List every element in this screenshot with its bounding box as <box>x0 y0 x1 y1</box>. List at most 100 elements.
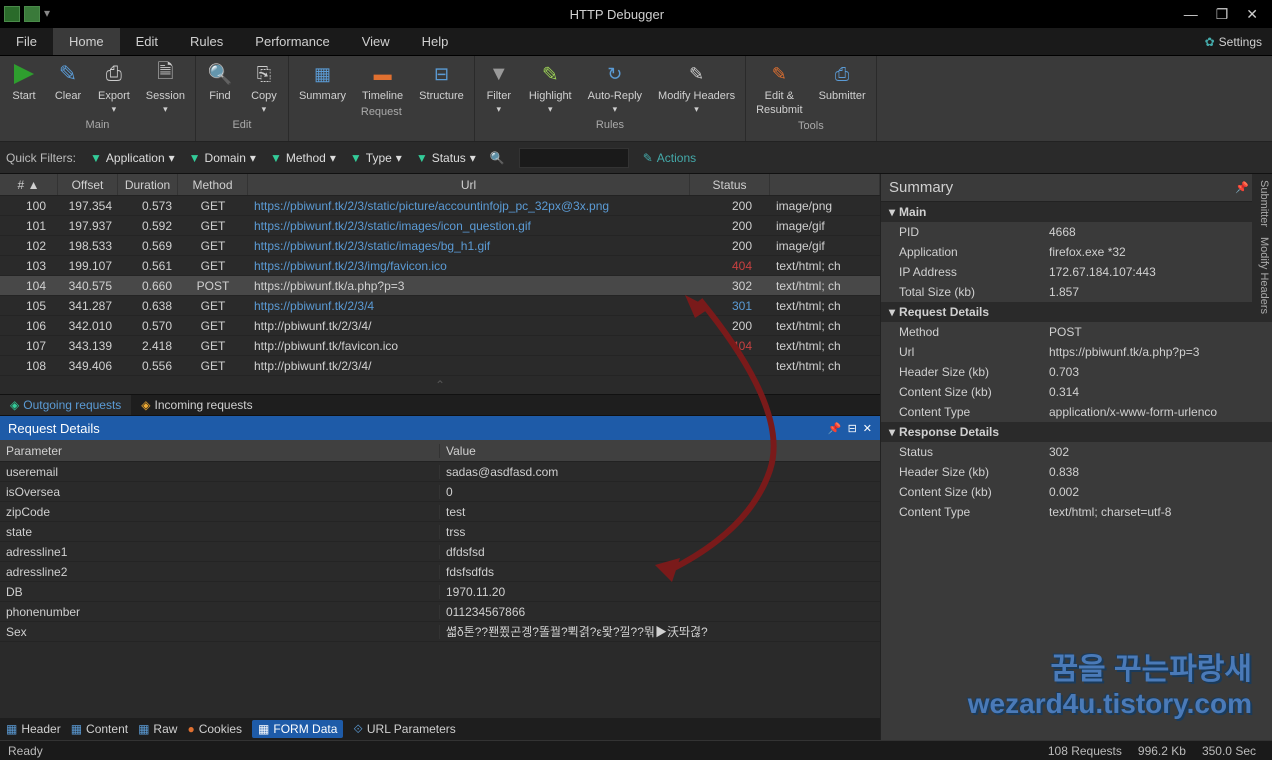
status-ready: Ready <box>8 744 43 758</box>
table-row[interactable]: 105341.2870.638GEThttps://pbiwunf.tk/2/3… <box>0 296 880 316</box>
filter-application[interactable]: ▼Application▾ <box>90 151 175 165</box>
submitter-button[interactable]: ⎙Submitter <box>815 58 870 118</box>
filter-type-label: Type <box>366 151 392 165</box>
col-type[interactable] <box>770 174 880 195</box>
col-url[interactable]: Url <box>248 174 690 195</box>
edit-icon: ✎ <box>643 151 653 165</box>
minimize-button[interactable]: — <box>1184 6 1198 23</box>
table-row[interactable]: 104340.5750.660POSThttps://pbiwunf.tk/a.… <box>0 276 880 296</box>
summary-icon: ▦ <box>308 60 336 88</box>
menu-performance[interactable]: Performance <box>239 28 345 55</box>
table-row[interactable]: 100197.3540.573GEThttps://pbiwunf.tk/2/3… <box>0 196 880 216</box>
col-offset[interactable]: Offset <box>58 174 118 195</box>
menu-help[interactable]: Help <box>406 28 465 55</box>
settings-button[interactable]: ✿ Settings <box>1195 28 1272 55</box>
detail-row[interactable]: zipCodetest <box>0 502 880 522</box>
actions-button[interactable]: ✎Actions <box>643 151 696 165</box>
tab-cookies[interactable]: ●Cookies <box>187 722 242 736</box>
menu-edit[interactable]: Edit <box>120 28 174 55</box>
col-status[interactable]: Status <box>690 174 770 195</box>
modifyheaders-icon: ✎ <box>683 60 711 88</box>
session-button[interactable]: 🗎Session▾ <box>142 58 189 117</box>
pin-icon[interactable]: 📌 <box>828 422 842 435</box>
table-row[interactable]: 108349.4060.556GEThttp://pbiwunf.tk/2/3/… <box>0 356 880 376</box>
highlight-button[interactable]: ✎Highlight▾ <box>525 58 576 117</box>
sidetab-modifyheaders[interactable]: Modify Headers <box>1254 237 1270 314</box>
detail-row[interactable]: useremailsadas@asdfasd.com <box>0 462 880 482</box>
table-row[interactable]: 103199.1070.561GEThttps://pbiwunf.tk/2/3… <box>0 256 880 276</box>
col-parameter[interactable]: Parameter <box>0 444 440 458</box>
search-input[interactable] <box>519 148 629 168</box>
request-details-header: Request Details 📌 ⊟ ✕ <box>0 416 880 440</box>
detail-row[interactable]: statetrss <box>0 522 880 542</box>
table-row[interactable]: 107343.1392.418GEThttp://pbiwunf.tk/favi… <box>0 336 880 356</box>
tab-outgoing[interactable]: ◈Outgoing requests <box>0 395 131 415</box>
table-row[interactable]: 106342.0100.570GEThttp://pbiwunf.tk/2/3/… <box>0 316 880 336</box>
table-row[interactable]: 102198.5330.569GEThttps://pbiwunf.tk/2/3… <box>0 236 880 256</box>
clear-label: Clear <box>55 90 81 102</box>
summary-row-resp: Content Size (kb)0.002 <box>881 482 1272 502</box>
export-label: Export <box>98 90 130 102</box>
highlight-icon: ✎ <box>536 60 564 88</box>
detail-row[interactable]: DB1970.11.20 <box>0 582 880 602</box>
timeline-button[interactable]: ▬Timeline <box>358 58 407 104</box>
tab-incoming[interactable]: ◈Incoming requests <box>131 395 262 415</box>
editresubmit-button[interactable]: ✎Edit &Resubmit <box>752 58 806 118</box>
menu-home[interactable]: Home <box>53 28 120 55</box>
autoreply-button[interactable]: ↻Auto-Reply▾ <box>584 58 646 117</box>
clear-button[interactable]: ✎Clear <box>50 58 86 117</box>
export-button[interactable]: ⎙Export▾ <box>94 58 134 117</box>
detail-row[interactable]: adressline2fdsfsdfds <box>0 562 880 582</box>
side-tabs: Submitter Modify Headers <box>1252 174 1272 320</box>
menu-rules[interactable]: Rules <box>174 28 239 55</box>
section-request[interactable]: ▾Request Details <box>881 302 1272 322</box>
col-num[interactable]: # ▲ <box>0 174 58 195</box>
request-grid[interactable]: 100197.3540.573GEThttps://pbiwunf.tk/2/3… <box>0 196 880 376</box>
close-button[interactable]: ✕ <box>1246 6 1258 23</box>
panel-close-icon[interactable]: ✕ <box>863 422 872 435</box>
filter-button[interactable]: ▼Filter▾ <box>481 58 517 117</box>
filter-type[interactable]: ▼Type▾ <box>350 151 402 165</box>
summary-button[interactable]: ▦Summary <box>295 58 350 104</box>
pin-icon[interactable]: 📌 <box>1235 181 1249 194</box>
filter-domain[interactable]: ▼Domain▾ <box>189 151 256 165</box>
search-icon[interactable]: 🔍 <box>490 151 505 165</box>
detail-row[interactable]: Sex쎫δ톤??퐨쬤곤곙?똘꿜?쀡겱?ε뫛?낄??뭒▶沃똬겮? <box>0 622 880 642</box>
detail-row[interactable]: isOversea0 <box>0 482 880 502</box>
header-icon: ▦ <box>6 722 17 736</box>
tab-header[interactable]: ▦Header <box>6 722 61 736</box>
tab-raw[interactable]: ▦Raw <box>138 722 177 736</box>
scroll-indicator[interactable]: ⌃ <box>0 376 880 394</box>
maximize-button[interactable]: ❐ <box>1216 6 1229 23</box>
filter-method[interactable]: ▼Method▾ <box>270 151 336 165</box>
find-button[interactable]: 🔍Find <box>202 58 238 117</box>
filter-status-label: Status <box>432 151 466 165</box>
tab-content[interactable]: ▦Content <box>71 722 128 736</box>
col-value[interactable]: Value <box>440 444 482 458</box>
col-method[interactable]: Method <box>178 174 248 195</box>
status-bar: Ready 108 Requests 996.2 Kb 350.0 Sec <box>0 740 1272 760</box>
structure-button[interactable]: ⊟Structure <box>415 58 468 104</box>
filter-status[interactable]: ▼Status▾ <box>416 151 476 165</box>
start-button[interactable]: Start <box>6 58 42 117</box>
dock-icon[interactable]: ⊟ <box>848 422 857 435</box>
menu-view[interactable]: View <box>346 28 406 55</box>
modifyheaders-button[interactable]: ✎Modify Headers▾ <box>654 58 739 117</box>
detail-row[interactable]: phonenumber011234567866 <box>0 602 880 622</box>
request-tabbar: ◈Outgoing requests ◈Incoming requests <box>0 394 880 416</box>
structure-icon: ⊟ <box>427 60 455 88</box>
detail-row[interactable]: adressline1dfdsfsd <box>0 542 880 562</box>
app-icon <box>4 6 20 22</box>
col-duration[interactable]: Duration <box>118 174 178 195</box>
table-row[interactable]: 101197.9370.592GEThttps://pbiwunf.tk/2/3… <box>0 216 880 236</box>
request-details-body[interactable]: useremailsadas@asdfasd.comisOversea0zipC… <box>0 462 880 718</box>
section-response[interactable]: ▾Response Details <box>881 422 1272 442</box>
menu-file[interactable]: File <box>0 28 53 55</box>
tab-urlparams[interactable]: ⟐URL Parameters <box>353 722 455 737</box>
tab-formdata[interactable]: ▦FORM Data <box>252 720 343 738</box>
filter-application-label: Application <box>106 151 165 165</box>
sidetab-submitter[interactable]: Submitter <box>1254 180 1270 227</box>
summary-row-resp: Content Typetext/html; charset=utf-8 <box>881 502 1272 522</box>
copy-button[interactable]: ⎘Copy▾ <box>246 58 282 117</box>
section-main[interactable]: ▾Main <box>881 202 1272 222</box>
